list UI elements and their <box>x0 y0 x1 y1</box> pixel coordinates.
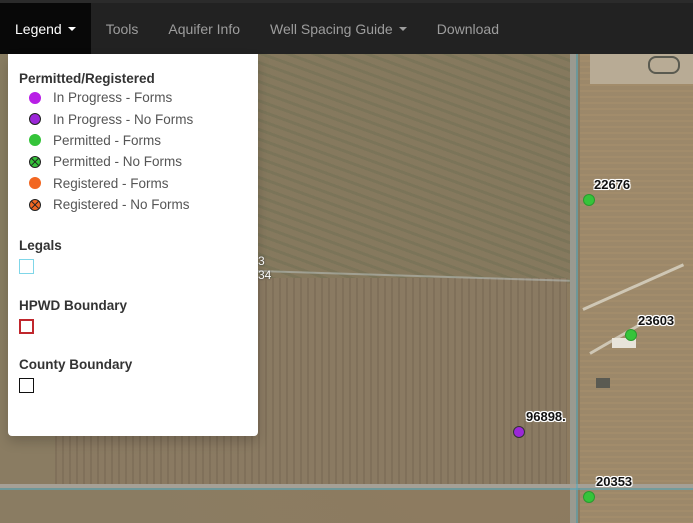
parcel-label: 34 <box>258 268 272 282</box>
map-building <box>596 378 610 388</box>
legend-item-label: Registered - Forms <box>53 175 169 191</box>
legend-item: In Progress - Forms <box>19 87 258 108</box>
legend-dropdown-panel: Permitted/Registered In Progress - Forms… <box>8 54 258 436</box>
well-label: 23603 <box>638 313 675 328</box>
legend-item-label: In Progress - No Forms <box>53 111 194 127</box>
map-field <box>580 54 693 523</box>
legend-item-label: Permitted - No Forms <box>53 154 183 170</box>
legals-square-icon <box>19 259 34 275</box>
well-label: 96898. <box>526 409 566 424</box>
well-label: 22676 <box>594 177 631 192</box>
well-marker[interactable] <box>513 426 525 438</box>
well-marker[interactable] <box>583 194 595 206</box>
legend-section-title: Legals <box>19 238 62 254</box>
caret-down-icon <box>67 26 76 31</box>
legend-item: Registered - No Forms <box>19 194 258 215</box>
map-tank <box>648 56 680 74</box>
circle-x-icon <box>29 155 41 168</box>
circle-icon <box>29 177 41 190</box>
legend-section-title: HPWD Boundary <box>19 298 127 314</box>
legal-boundary-line <box>0 488 693 490</box>
well-label: 20353 <box>596 474 633 489</box>
legend-section-title: Permitted/Registered <box>19 71 155 86</box>
circle-outlined-icon <box>29 113 41 126</box>
legend-item: Permitted - Forms <box>19 130 258 151</box>
navbar: Legend Tools Aquifer Info Well Spacing G… <box>0 3 693 54</box>
legend-well-list: In Progress - Forms In Progress - No For… <box>19 87 258 215</box>
nav-label: Well Spacing Guide <box>270 20 393 37</box>
circle-x-icon <box>29 198 41 211</box>
nav-label: Tools <box>105 20 139 37</box>
well-marker[interactable] <box>583 491 595 503</box>
well-marker[interactable] <box>625 329 637 341</box>
circle-icon <box>29 134 41 147</box>
legend-item-label: Registered - No Forms <box>53 197 190 213</box>
legend-item: In Progress - No Forms <box>19 108 258 129</box>
legend-item-label: In Progress - Forms <box>53 90 173 106</box>
hpwd-boundary-square-icon <box>19 319 34 335</box>
nav-legend-dropdown[interactable]: Legend <box>0 3 91 54</box>
legal-boundary-line <box>576 54 578 523</box>
county-boundary-square-icon <box>19 378 34 394</box>
caret-down-icon <box>398 26 407 31</box>
map-field <box>258 54 570 284</box>
nav-tools[interactable]: Tools <box>91 3 154 54</box>
legend-item: Permitted - No Forms <box>19 151 258 172</box>
parcel-label: 3 <box>258 254 265 268</box>
nav-label: Download <box>436 20 499 37</box>
nav-label: Aquifer Info <box>168 20 241 37</box>
legend-section-title: County Boundary <box>19 357 133 373</box>
nav-download[interactable]: Download <box>422 3 514 54</box>
legend-item-label: Permitted - Forms <box>53 132 162 148</box>
nav-aquifer-info[interactable]: Aquifer Info <box>153 3 255 54</box>
nav-well-spacing-guide-dropdown[interactable]: Well Spacing Guide <box>255 3 422 54</box>
circle-icon <box>29 91 41 104</box>
nav-label: Legend <box>15 20 62 37</box>
legend-item: Registered - Forms <box>19 173 258 194</box>
